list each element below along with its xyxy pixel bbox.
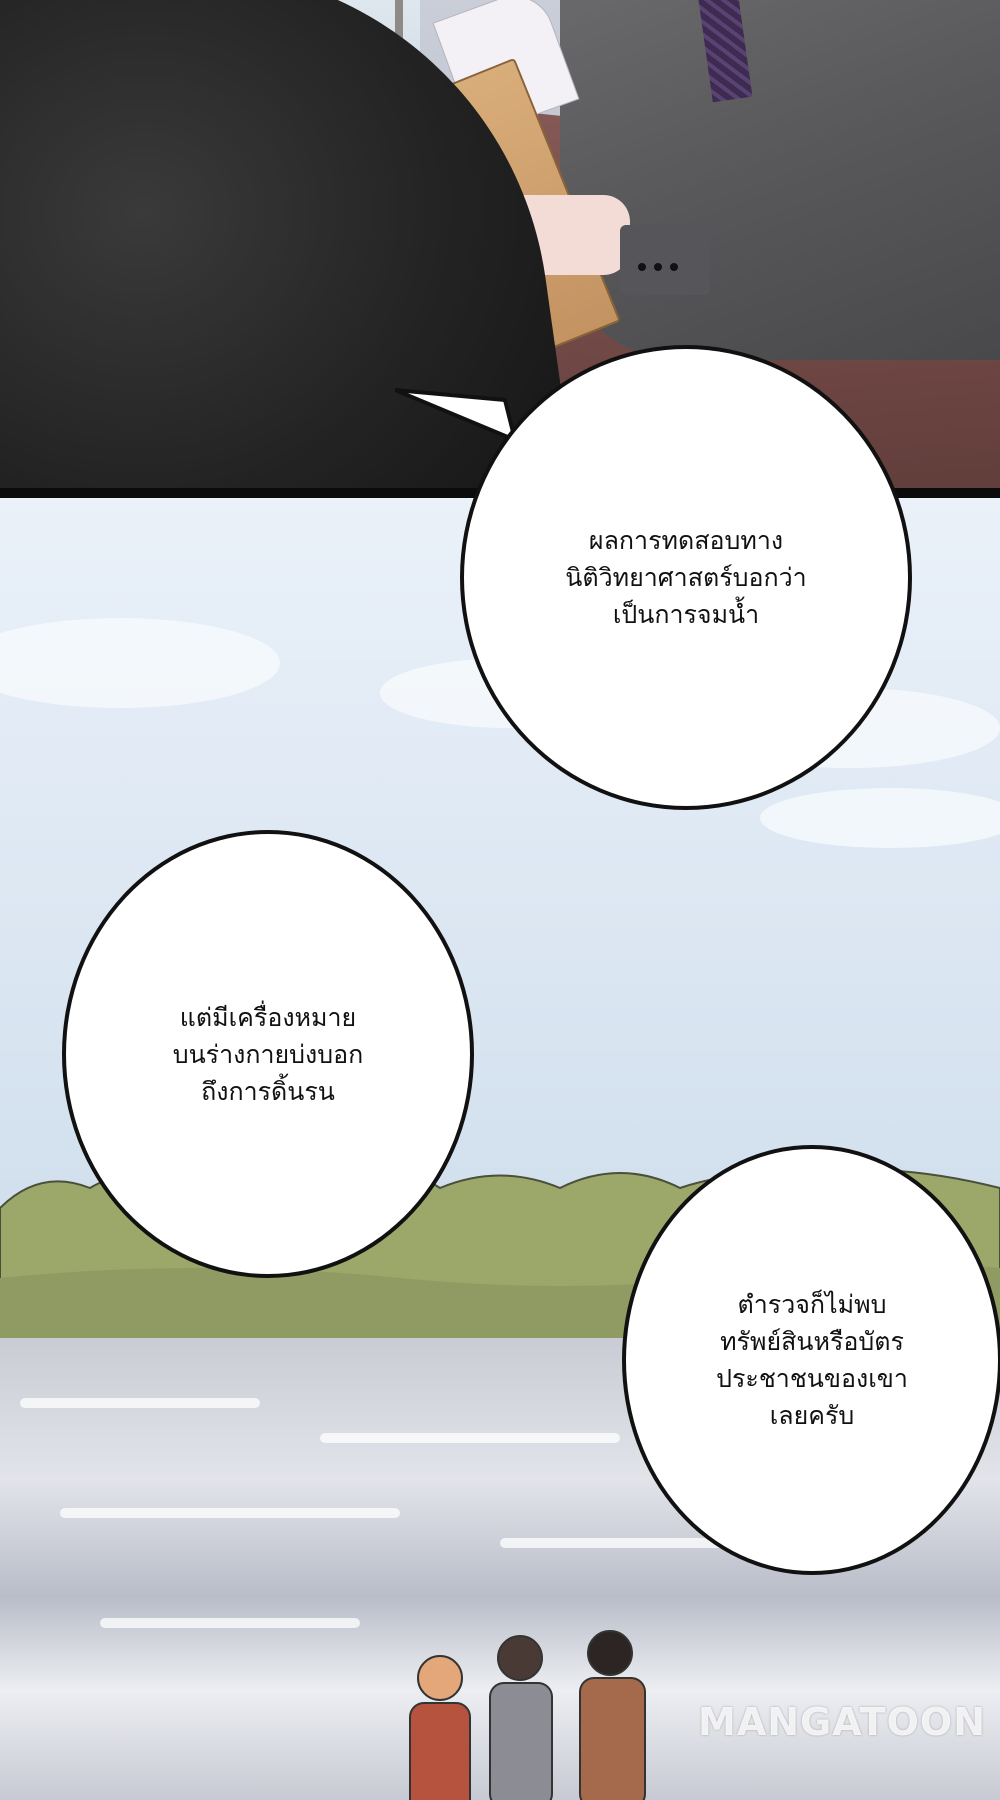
bubble-line: เป็นการจมน้ำ [612,600,760,629]
cuff-button [654,263,662,271]
cuff-button [670,263,678,271]
speech-bubble-2: แต่มีเครื่องหมาย บนร่างกายบ่งบอก ถึงการด… [62,830,474,1278]
bubble-line: ถึงการดิ้นรน [201,1076,335,1106]
water-ripple [320,1433,620,1443]
speech-bubble-1-text: ผลการทดสอบทาง นิติวิทยาศาสตร์บอกว่า เป็น… [565,522,806,633]
bubble-line: นิติวิทยาศาสตร์บอกว่า [565,563,807,592]
bubble-line: ตำรวจก็ไม่พบ [737,1290,887,1319]
bubble-line: ผลการทดสอบทาง [588,526,784,555]
water-ripple [20,1398,260,1408]
speech-bubble-1: ผลการทดสอบทาง นิติวิทยาศาสตร์บอกว่า เป็น… [460,345,912,810]
speech-bubble-3: ตำรวจก็ไม่พบ ทรัพย์สินหรือบัตร ประชาชนขอ… [622,1145,1000,1575]
water-ripple [60,1508,400,1518]
bubble-line: เลยครับ [769,1401,855,1430]
bubble-line: ทรัพย์สินหรือบัตร [720,1327,904,1356]
cloud [0,618,280,708]
suited-man-figure [560,0,1000,360]
speech-bubble-3-text: ตำรวจก็ไม่พบ ทรัพย์สินหรือบัตร ประชาชนขอ… [716,1286,908,1434]
bubble-line: แต่มีเครื่องหมาย [179,1002,357,1032]
cuff-button [638,263,646,271]
mangatoon-watermark: MANGATOON [698,1700,987,1744]
cloud [760,788,1000,848]
jacket-cuff [620,225,710,295]
people-in-water [409,1630,646,1800]
bubble-line: ประชาชนของเขา [716,1364,908,1393]
water-ripple [100,1618,360,1628]
comic-page: ผลการทดสอบทาง นิติวิทยาศาสตร์บอกว่า เป็น… [0,0,1000,1800]
speech-bubble-2-text: แต่มีเครื่องหมาย บนร่างกายบ่งบอก ถึงการด… [173,999,364,1110]
bubble-line: บนร่างกายบ่งบอก [172,1039,364,1069]
